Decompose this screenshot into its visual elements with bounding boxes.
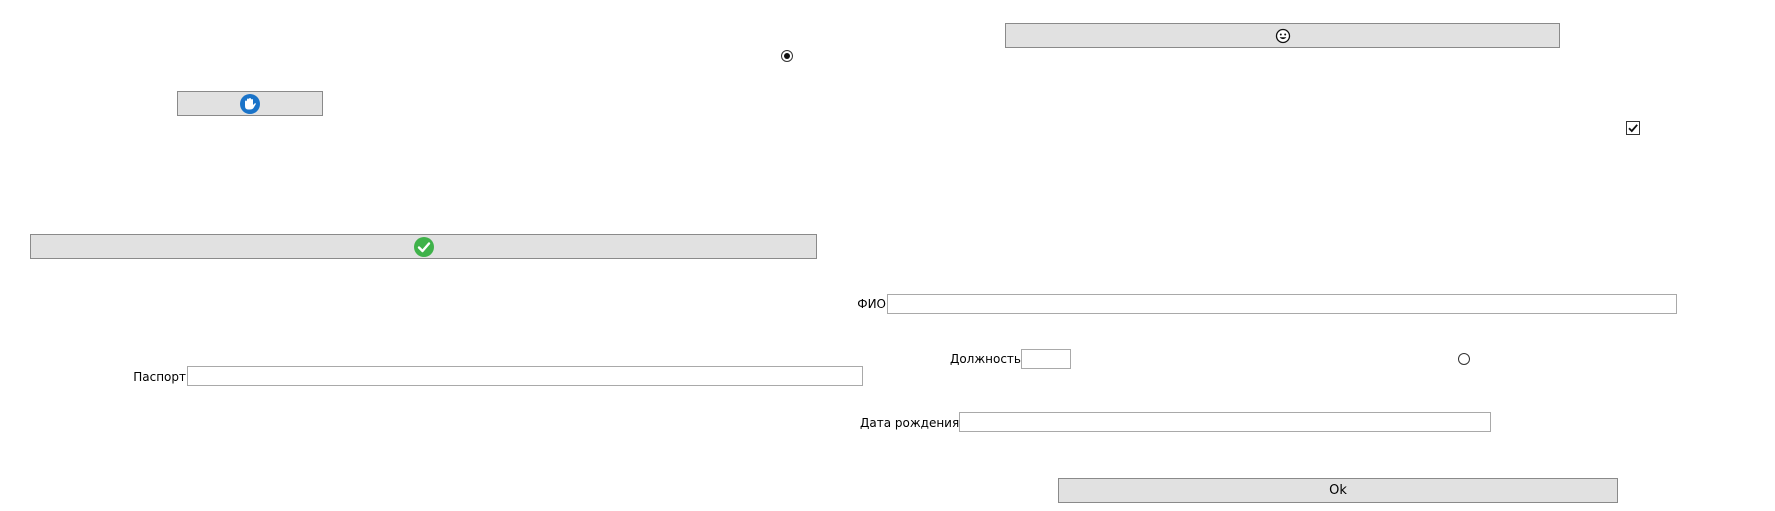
- radio-selected-dot: [784, 53, 790, 59]
- hand-button[interactable]: [177, 91, 323, 116]
- birth-date-label: Дата рождения: [860, 416, 960, 430]
- fio-field[interactable]: [887, 294, 1677, 314]
- ok-button[interactable]: Ok: [1058, 478, 1618, 503]
- checkmark-glyph: [1628, 124, 1638, 133]
- position-field[interactable]: [1021, 349, 1071, 369]
- ok-button-label: Ok: [1329, 483, 1347, 498]
- face-button[interactable]: [1005, 23, 1560, 48]
- checkmark-icon: [413, 236, 435, 258]
- face-icon: [1275, 28, 1291, 44]
- passport-field[interactable]: [187, 366, 863, 386]
- passport-label: Паспорт: [133, 370, 186, 384]
- radio-option-top[interactable]: [781, 50, 793, 62]
- hand-icon: [239, 93, 261, 115]
- checkbox[interactable]: [1626, 121, 1640, 135]
- position-label: Должность: [949, 352, 1021, 366]
- fio-label: ФИО: [857, 297, 886, 311]
- birth-date-field[interactable]: [959, 412, 1491, 432]
- confirm-button[interactable]: [30, 234, 817, 259]
- radio-option-right[interactable]: [1458, 353, 1470, 365]
